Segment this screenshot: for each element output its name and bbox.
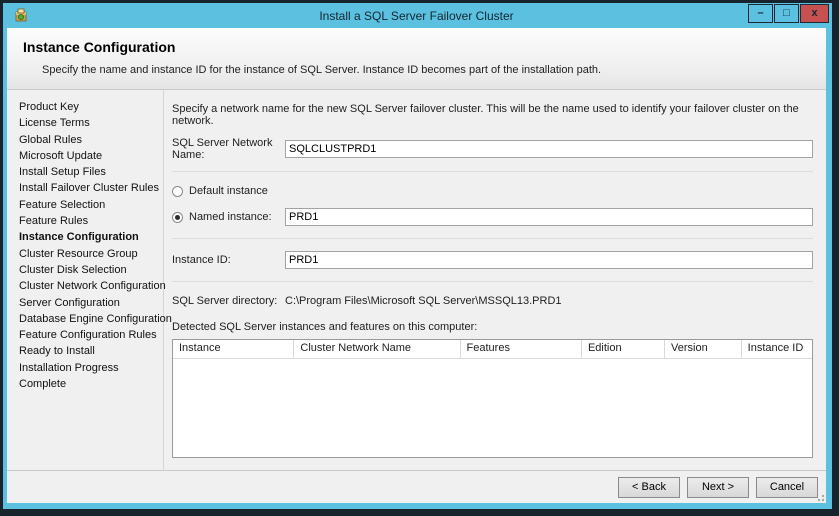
instance-id-label: Instance ID: bbox=[172, 254, 285, 266]
table-column-instance-id[interactable]: Instance ID bbox=[742, 340, 812, 358]
table-empty-body bbox=[173, 359, 812, 457]
instance-id-input[interactable] bbox=[285, 251, 813, 269]
sidebar-item-database-engine-configuration[interactable]: Database Engine Configuration bbox=[19, 311, 163, 327]
network-name-input[interactable] bbox=[285, 140, 813, 158]
sidebar-item-installation-progress[interactable]: Installation Progress bbox=[19, 360, 163, 376]
sidebar-item-global-rules[interactable]: Global Rules bbox=[19, 132, 163, 148]
table-column-cluster-network-name[interactable]: Cluster Network Name bbox=[294, 340, 460, 358]
sidebar-item-feature-rules[interactable]: Feature Rules bbox=[19, 213, 163, 229]
sidebar-item-install-setup-files[interactable]: Install Setup Files bbox=[19, 164, 163, 180]
default-instance-radio[interactable] bbox=[172, 186, 183, 197]
table-column-features[interactable]: Features bbox=[461, 340, 582, 358]
page-subtitle: Specify the name and instance ID for the… bbox=[42, 64, 826, 76]
sql-directory-label: SQL Server directory: bbox=[172, 295, 285, 307]
minimize-icon[interactable]: – bbox=[748, 4, 773, 23]
sidebar-item-license-terms[interactable]: License Terms bbox=[19, 115, 163, 131]
sidebar-item-install-failover-cluster-rules[interactable]: Install Failover Cluster Rules bbox=[19, 180, 163, 196]
installer-window: Install a SQL Server Failover Cluster – … bbox=[3, 3, 832, 509]
sidebar-item-feature-configuration-rules[interactable]: Feature Configuration Rules bbox=[19, 327, 163, 343]
title-bar[interactable]: Install a SQL Server Failover Cluster – … bbox=[7, 3, 826, 28]
sql-setup-app-icon bbox=[13, 7, 29, 23]
table-header-row: InstanceCluster Network NameFeaturesEdit… bbox=[173, 340, 812, 359]
maximize-icon[interactable]: □ bbox=[774, 4, 799, 23]
sidebar-item-ready-to-install[interactable]: Ready to Install bbox=[19, 343, 163, 359]
sidebar-item-feature-selection[interactable]: Feature Selection bbox=[19, 197, 163, 213]
cancel-button[interactable]: Cancel bbox=[756, 477, 818, 498]
client-area: Instance Configuration Specify the name … bbox=[7, 28, 826, 503]
window-controls: – □ x bbox=[747, 4, 829, 23]
next-button[interactable]: Next > bbox=[687, 477, 749, 498]
network-name-label: SQL Server Network Name: bbox=[172, 137, 285, 161]
named-instance-input[interactable] bbox=[285, 208, 813, 226]
window-title: Install a SQL Server Failover Cluster bbox=[7, 9, 826, 23]
sidebar-item-cluster-resource-group[interactable]: Cluster Resource Group bbox=[19, 246, 163, 262]
default-instance-label: Default instance bbox=[189, 185, 268, 197]
sidebar-item-server-configuration[interactable]: Server Configuration bbox=[19, 295, 163, 311]
named-instance-radio[interactable] bbox=[172, 212, 183, 223]
table-column-instance[interactable]: Instance bbox=[173, 340, 294, 358]
wizard-button-bar: < Back Next > Cancel bbox=[7, 470, 826, 503]
table-column-version[interactable]: Version bbox=[665, 340, 742, 358]
sidebar-item-cluster-disk-selection[interactable]: Cluster Disk Selection bbox=[19, 262, 163, 278]
sidebar-item-cluster-network-configuration[interactable]: Cluster Network Configuration bbox=[19, 278, 163, 294]
instance-configuration-panel: Specify a network name for the new SQL S… bbox=[164, 90, 826, 470]
sidebar-item-instance-configuration[interactable]: Instance Configuration bbox=[19, 229, 163, 245]
resize-grip-icon[interactable] bbox=[815, 492, 825, 502]
table-column-edition[interactable]: Edition bbox=[582, 340, 665, 358]
divider bbox=[172, 171, 813, 172]
sidebar-item-microsoft-update[interactable]: Microsoft Update bbox=[19, 148, 163, 164]
page-title: Instance Configuration bbox=[23, 39, 826, 55]
back-button[interactable]: < Back bbox=[618, 477, 680, 498]
detected-instances-label: Detected SQL Server instances and featur… bbox=[172, 321, 813, 333]
setup-steps-sidebar: Product KeyLicense TermsGlobal RulesMicr… bbox=[7, 90, 164, 470]
divider bbox=[172, 281, 813, 282]
sql-directory-value: C:\Program Files\Microsoft SQL Server\MS… bbox=[285, 295, 562, 307]
page-header: Instance Configuration Specify the name … bbox=[7, 28, 826, 90]
sidebar-item-complete[interactable]: Complete bbox=[19, 376, 163, 392]
detected-instances-table[interactable]: InstanceCluster Network NameFeaturesEdit… bbox=[172, 339, 813, 458]
named-instance-label: Named instance: bbox=[189, 211, 272, 223]
network-name-description: Specify a network name for the new SQL S… bbox=[172, 103, 813, 127]
divider bbox=[172, 238, 813, 239]
sidebar-item-product-key[interactable]: Product Key bbox=[19, 99, 163, 115]
close-icon[interactable]: x bbox=[800, 4, 829, 23]
